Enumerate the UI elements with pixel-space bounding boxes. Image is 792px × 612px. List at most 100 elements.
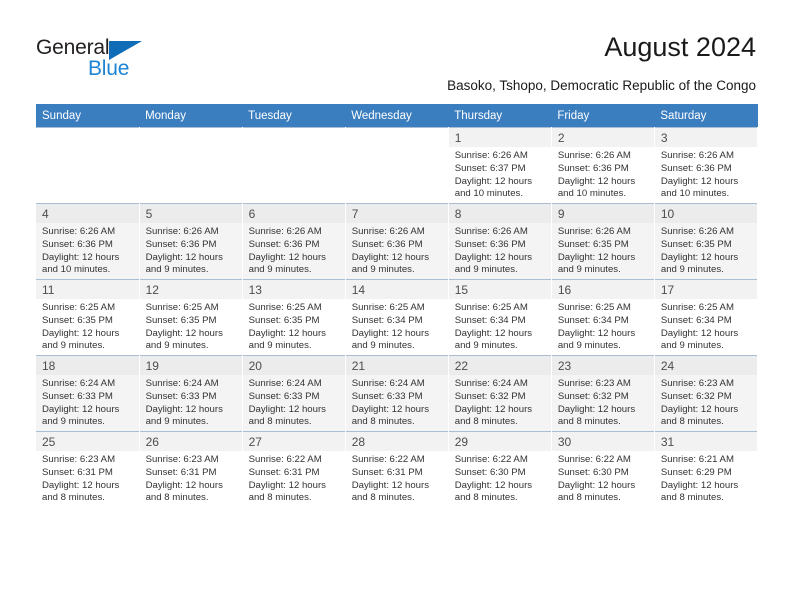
day-details: Sunrise: 6:25 AM Sunset: 6:34 PM Daylight:… bbox=[552, 299, 654, 353]
calendar-week-row: 18 Sunrise: 6:24 AM Sunset: 6:33 PM Dayligh… bbox=[36, 355, 759, 432]
day-number: 31 bbox=[654, 432, 757, 451]
calendar-day-cell[interactable]: 23 Sunrise: 6:23 AM Sunset: 6:32 PM Dayligh… bbox=[551, 355, 655, 432]
calendar-day-cell[interactable]: 1 Sunrise: 6:26 AM Sunset: 6:37 PM Daylight… bbox=[448, 127, 552, 204]
calendar-day-cell[interactable]: 5 Sunrise: 6:26 AM Sunset: 6:36 PM Daylight… bbox=[139, 203, 243, 280]
day-number: 2 bbox=[551, 128, 654, 147]
sunset-text: Sunset: 6:34 PM bbox=[557, 314, 629, 326]
sunset-text: Sunset: 6:30 PM bbox=[557, 466, 629, 478]
sunset-text: Sunset: 6:31 PM bbox=[351, 466, 423, 478]
calendar-day-cell[interactable]: 16 Sunrise: 6:25 AM Sunset: 6:34 PM Dayligh… bbox=[551, 279, 655, 356]
day-number: 17 bbox=[654, 280, 757, 299]
sunrise-text: Sunrise: 6:26 AM bbox=[42, 226, 116, 237]
calendar-day-cell[interactable]: 25 Sunrise: 6:23 AM Sunset: 6:31 PM Dayligh… bbox=[36, 431, 140, 507]
sunrise-text: Sunrise: 6:25 AM bbox=[248, 302, 322, 313]
sunset-text: Sunset: 6:32 PM bbox=[454, 390, 526, 402]
calendar-day-cell[interactable]: 13 Sunrise: 6:25 AM Sunset: 6:35 PM Dayligh… bbox=[242, 279, 346, 356]
calendar-day-cell[interactable]: 2 Sunrise: 6:26 AM Sunset: 6:36 PM Daylight… bbox=[551, 127, 655, 204]
sunrise-text: Sunrise: 6:26 AM bbox=[454, 150, 528, 161]
day-details: Sunrise: 6:26 AM Sunset: 6:36 PM Daylight:… bbox=[552, 147, 654, 201]
daylight-text-line2: and 8 minutes. bbox=[351, 492, 415, 504]
daylight-text-line1: Daylight: 12 hours bbox=[145, 327, 223, 339]
calendar-day-cell[interactable]: 7 Sunrise: 6:26 AM Sunset: 6:36 PM Daylight… bbox=[345, 203, 449, 280]
daylight-text-line2: and 9 minutes. bbox=[454, 340, 518, 352]
daylight-text-line1: Daylight: 12 hours bbox=[660, 251, 739, 263]
calendar-day-cell[interactable]: 22 Sunrise: 6:24 AM Sunset: 6:32 PM Dayligh… bbox=[448, 355, 552, 432]
general-blue-logo[interactable]: General Blue bbox=[36, 36, 166, 82]
sunset-text: Sunset: 6:32 PM bbox=[660, 390, 732, 402]
weekday-header-tuesday: Tuesday bbox=[242, 104, 346, 127]
day-details: Sunrise: 6:25 AM Sunset: 6:35 PM Daylight:… bbox=[243, 299, 345, 353]
calendar-day-cell[interactable]: 24 Sunrise: 6:23 AM Sunset: 6:32 PM Dayligh… bbox=[654, 355, 759, 432]
calendar-day-cell[interactable]: 19 Sunrise: 6:24 AM Sunset: 6:33 PM Dayligh… bbox=[139, 355, 243, 432]
daylight-text-line1: Daylight: 12 hours bbox=[557, 251, 636, 263]
daylight-text-line2: and 10 minutes. bbox=[557, 188, 627, 200]
calendar-day-cell[interactable]: 12 Sunrise: 6:25 AM Sunset: 6:35 PM Dayligh… bbox=[139, 279, 243, 356]
day-number: 20 bbox=[242, 356, 345, 375]
day-details: Sunrise: 6:26 AM Sunset: 6:36 PM Daylight:… bbox=[449, 223, 551, 277]
day-details: Sunrise: 6:22 AM Sunset: 6:30 PM Daylight:… bbox=[552, 451, 654, 505]
day-details: Sunrise: 6:23 AM Sunset: 6:31 PM Daylight:… bbox=[36, 451, 138, 505]
calendar-day-cell[interactable]: 28 Sunrise: 6:22 AM Sunset: 6:31 PM Dayligh… bbox=[345, 431, 449, 507]
day-number: 7 bbox=[345, 204, 448, 223]
day-number: 9 bbox=[551, 204, 654, 223]
page-subtitle: Basoko, Tshopo, Democratic Republic of t… bbox=[447, 78, 756, 93]
calendar-day-cell[interactable]: 29 Sunrise: 6:22 AM Sunset: 6:30 PM Dayligh… bbox=[448, 431, 552, 507]
sunset-text: Sunset: 6:31 PM bbox=[145, 466, 217, 478]
calendar-week-row: 25 Sunrise: 6:23 AM Sunset: 6:31 PM Dayligh… bbox=[36, 431, 759, 507]
day-details: Sunrise: 6:22 AM Sunset: 6:31 PM Daylight:… bbox=[243, 451, 345, 505]
calendar-header-row: Sunday Monday Tuesday Wednesday Thursday… bbox=[36, 104, 758, 127]
sunrise-text: Sunrise: 6:24 AM bbox=[248, 378, 322, 389]
calendar-day-cell[interactable]: 17 Sunrise: 6:25 AM Sunset: 6:34 PM Dayligh… bbox=[654, 279, 759, 356]
sunset-text: Sunset: 6:33 PM bbox=[248, 390, 320, 402]
calendar-day-cell[interactable]: 20 Sunrise: 6:24 AM Sunset: 6:33 PM Dayligh… bbox=[242, 355, 346, 432]
sunset-text: Sunset: 6:36 PM bbox=[557, 162, 629, 174]
calendar-day-cell[interactable]: 21 Sunrise: 6:24 AM Sunset: 6:33 PM Dayligh… bbox=[345, 355, 449, 432]
day-details: Sunrise: 6:23 AM Sunset: 6:31 PM Daylight:… bbox=[140, 451, 242, 505]
calendar-day-cell[interactable]: 18 Sunrise: 6:24 AM Sunset: 6:33 PM Dayligh… bbox=[36, 355, 140, 432]
day-number: 22 bbox=[448, 356, 551, 375]
calendar-day-cell[interactable]: 4 Sunrise: 6:26 AM Sunset: 6:36 PM Daylight… bbox=[36, 203, 140, 280]
sunset-text: Sunset: 6:35 PM bbox=[145, 314, 217, 326]
sunrise-text: Sunrise: 6:23 AM bbox=[42, 454, 116, 465]
calendar-day-cell[interactable]: 31 Sunrise: 6:21 AM Sunset: 6:29 PM Dayligh… bbox=[654, 431, 759, 507]
calendar-day-cell[interactable]: 9 Sunrise: 6:26 AM Sunset: 6:35 PM Daylight… bbox=[551, 203, 655, 280]
calendar-day-cell[interactable]: 15 Sunrise: 6:25 AM Sunset: 6:34 PM Dayligh… bbox=[448, 279, 552, 356]
calendar-day-cell[interactable]: 26 Sunrise: 6:23 AM Sunset: 6:31 PM Dayligh… bbox=[139, 431, 243, 507]
daylight-text-line1: Daylight: 12 hours bbox=[248, 479, 326, 491]
sunrise-text: Sunrise: 6:22 AM bbox=[454, 454, 528, 465]
calendar-day-cell[interactable]: 30 Sunrise: 6:22 AM Sunset: 6:30 PM Dayligh… bbox=[551, 431, 655, 507]
calendar-day-cell[interactable]: 27 Sunrise: 6:22 AM Sunset: 6:31 PM Dayligh… bbox=[242, 431, 346, 507]
day-details: Sunrise: 6:26 AM Sunset: 6:35 PM Daylight:… bbox=[655, 223, 757, 277]
calendar-day-cell[interactable]: 6 Sunrise: 6:26 AM Sunset: 6:36 PM Daylight… bbox=[242, 203, 346, 280]
daylight-text-line1: Daylight: 12 hours bbox=[660, 175, 739, 187]
sunset-text: Sunset: 6:31 PM bbox=[248, 466, 320, 478]
day-details: Sunrise: 6:21 AM Sunset: 6:29 PM Daylight:… bbox=[655, 451, 757, 505]
day-number: 27 bbox=[242, 432, 345, 451]
calendar-cell-empty bbox=[36, 127, 140, 204]
sunset-text: Sunset: 6:33 PM bbox=[351, 390, 423, 402]
sunrise-text: Sunrise: 6:23 AM bbox=[557, 378, 631, 389]
sunset-text: Sunset: 6:33 PM bbox=[145, 390, 217, 402]
calendar-day-cell[interactable]: 11 Sunrise: 6:25 AM Sunset: 6:35 PM Dayligh… bbox=[36, 279, 140, 356]
sunrise-text: Sunrise: 6:24 AM bbox=[42, 378, 116, 389]
page-header: General Blue August 2024 Basoko, Tshopo,… bbox=[0, 0, 792, 100]
calendar-day-cell[interactable]: 14 Sunrise: 6:25 AM Sunset: 6:34 PM Dayligh… bbox=[345, 279, 449, 356]
calendar-day-cell[interactable]: 8 Sunrise: 6:26 AM Sunset: 6:36 PM Daylight… bbox=[448, 203, 552, 280]
daylight-text-line2: and 9 minutes. bbox=[351, 264, 415, 276]
calendar-day-cell[interactable]: 10 Sunrise: 6:26 AM Sunset: 6:35 PM Dayligh… bbox=[654, 203, 759, 280]
calendar-day-cell[interactable]: 3 Sunrise: 6:26 AM Sunset: 6:36 PM Daylight… bbox=[654, 127, 759, 204]
day-number: 29 bbox=[448, 432, 551, 451]
sunset-text: Sunset: 6:36 PM bbox=[454, 238, 526, 250]
daylight-text-line1: Daylight: 12 hours bbox=[557, 479, 636, 491]
sunrise-text: Sunrise: 6:25 AM bbox=[660, 302, 734, 313]
day-number: 23 bbox=[551, 356, 654, 375]
day-number: 3 bbox=[654, 128, 757, 147]
calendar-body: 1 Sunrise: 6:26 AM Sunset: 6:37 PM Daylight… bbox=[36, 127, 759, 507]
daylight-text-line1: Daylight: 12 hours bbox=[351, 251, 430, 263]
daylight-text-line1: Daylight: 12 hours bbox=[660, 327, 739, 339]
day-details: Sunrise: 6:24 AM Sunset: 6:33 PM Daylight:… bbox=[36, 375, 138, 429]
day-number: 12 bbox=[139, 280, 242, 299]
sunrise-text: Sunrise: 6:26 AM bbox=[557, 150, 631, 161]
day-number: 10 bbox=[654, 204, 757, 223]
day-number: 6 bbox=[242, 204, 345, 223]
